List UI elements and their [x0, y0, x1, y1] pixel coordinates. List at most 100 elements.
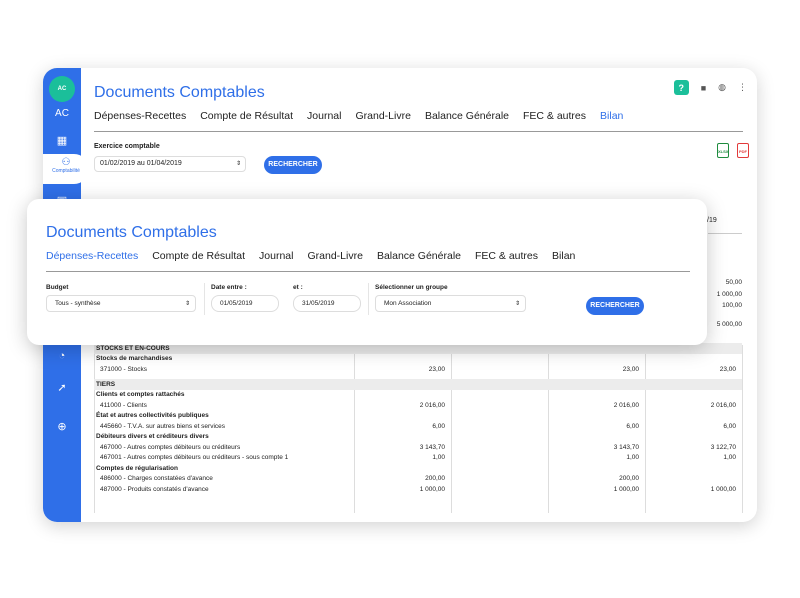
row-label: 487000 - Produits constatés d'avance [100, 485, 209, 493]
table-row: Débiteurs divers et créditeurs divers [94, 432, 742, 443]
row-value: 2 016,00 [710, 401, 736, 409]
panel-tabs: Dépenses-Recettes Compte de Résultat Jou… [46, 250, 575, 262]
select-arrow-icon: ⇕ [514, 301, 520, 307]
row-value: 3 143,70 [419, 443, 445, 451]
row-value: 1,00 [626, 454, 639, 461]
tab-depenses-recettes[interactable]: Dépenses-Recettes [94, 110, 186, 122]
row-value: 3 143,70 [613, 443, 639, 451]
globe-icon[interactable]: ◍ [718, 82, 726, 93]
table-row: Comptes de régularisation [94, 464, 742, 475]
budget-select[interactable]: Tous - synthèse ⇕ [46, 295, 196, 312]
row-label: 445660 - T.V.A. sur autres biens et serv… [100, 422, 226, 430]
right-value: 50,00 [725, 279, 742, 286]
table-row: État et autres collectivités publiques [94, 411, 742, 422]
row-value: 6,00 [626, 422, 639, 430]
tab-depenses-recettes[interactable]: Dépenses-Recettes [46, 250, 138, 262]
tab-fec-autres[interactable]: FEC & autres [523, 110, 586, 122]
tab-bilan[interactable]: Bilan [552, 250, 575, 262]
row-label: TIERS [96, 381, 116, 388]
row-label: 467000 - Autres comptes débiteurs ou cré… [100, 443, 241, 451]
budget-label: Budget [46, 284, 69, 291]
row-label: 411000 - Clients [100, 401, 147, 409]
row-value: 200,00 [425, 475, 445, 482]
table-row: TIERS [94, 379, 742, 390]
date-end-input[interactable]: 31/05/2019 [293, 295, 361, 312]
tab-fec-autres[interactable]: FEC & autres [475, 250, 538, 262]
rocket-icon[interactable]: ➚ [43, 381, 81, 394]
row-value: 1,00 [723, 454, 736, 461]
search-button[interactable]: RECHERCHER [586, 297, 644, 315]
exercice-label: Exercice comptable [94, 143, 160, 150]
tab-bilan[interactable]: Bilan [600, 110, 623, 122]
row-value: 1,00 [432, 454, 445, 461]
period-header: /19 [707, 217, 717, 224]
table-row: 467000 - Autres comptes débiteurs ou cré… [94, 443, 742, 454]
table-row: 487000 - Produits constatés d'avance 1 00… [94, 485, 742, 496]
row-value: 1 000,00 [613, 485, 639, 493]
table-row: 445660 - T.V.A. sur autres biens et serv… [94, 422, 742, 433]
row-label: Clients et comptes rattachés [96, 391, 185, 398]
row-value: 1 000,00 [710, 485, 736, 493]
row-value: 23,00 [622, 365, 639, 373]
tabs-divider [94, 131, 743, 132]
tab-balance-generale[interactable]: Balance Générale [377, 250, 461, 262]
group-select[interactable]: Mon Association ⇕ [375, 295, 526, 312]
period-rule [708, 233, 742, 234]
table-divider [742, 345, 743, 513]
row-value: 1 000,00 [419, 485, 445, 493]
table-row: 467001 - Autres comptes débiteurs ou cré… [94, 453, 742, 464]
row-label: Comptes de régularisation [96, 464, 178, 472]
row-label: 467001 - Autres comptes débiteurs ou cré… [100, 454, 289, 461]
row-value: 200,00 [619, 475, 639, 482]
app-logo[interactable]: AC [49, 76, 75, 102]
add-icon[interactable]: ⊕ [43, 420, 81, 433]
field-divider [204, 283, 205, 315]
date-start-input[interactable]: 01/05/2019 [211, 295, 279, 312]
right-value: 1 000,00 [716, 291, 742, 298]
chart-icon[interactable]: ◔ [43, 350, 81, 362]
tab-grand-livre[interactable]: Grand-Livre [307, 250, 362, 262]
row-label: 371000 - Stocks [100, 365, 147, 373]
row-value: 3 122,70 [710, 443, 736, 451]
help-icon[interactable]: ? [673, 80, 689, 95]
filter-panel: Documents Comptables Dépenses-Recettes C… [27, 199, 707, 345]
search-button[interactable]: RECHERCHER [264, 156, 322, 174]
video-icon[interactable]: ■ [701, 83, 706, 93]
right-value: 100,00 [722, 302, 742, 309]
table-row: Clients et comptes rattachés [94, 390, 742, 401]
row-value: 2 016,00 [419, 401, 445, 409]
select-arrow-icon: ⇕ [184, 301, 190, 307]
tab-balance-generale[interactable]: Balance Générale [425, 110, 509, 122]
date-end-label: et : [293, 284, 303, 291]
panel-title: Documents Comptables [46, 224, 217, 241]
tabs: Dépenses-Recettes Compte de Résultat Jou… [94, 110, 623, 122]
tab-journal[interactable]: Journal [259, 250, 293, 262]
table-row: 371000 - Stocks 23,00 23,00 23,00 [94, 365, 742, 376]
row-value: 23,00 [428, 365, 445, 373]
user-initials[interactable]: AC [43, 108, 81, 119]
tab-compte-de-resultat[interactable]: Compte de Résultat [200, 110, 293, 122]
dashboard-icon[interactable]: ▦ [43, 134, 81, 147]
right-value: 5 000,00 [716, 321, 742, 328]
group-label: Sélectionner un groupe [375, 284, 448, 291]
table-row: 411000 - Clients 2 016,00 2 016,00 2 016,00 [94, 401, 742, 412]
table-row: Stocks de marchandises [94, 354, 742, 365]
more-icon[interactable]: ⋮ [738, 82, 747, 93]
table-row: 486000 - Charges constatées d'avance 200,… [94, 474, 742, 485]
group-value: Mon Association [384, 300, 432, 307]
page-title: Documents Comptables [94, 84, 265, 101]
xlsx-export-icon[interactable]: XLSX [717, 143, 729, 158]
tab-grand-livre[interactable]: Grand-Livre [355, 110, 410, 122]
select-arrow-icon: ⇕ [235, 161, 241, 167]
date-start-label: Date entre : [211, 284, 247, 291]
field-divider [368, 283, 369, 315]
tab-journal[interactable]: Journal [307, 110, 341, 122]
row-value: 2 016,00 [613, 401, 639, 409]
row-value: 6,00 [432, 422, 445, 430]
row-value: 23,00 [719, 365, 736, 373]
balance-table: STOCKS ET EN-COURS Stocks de marchandises… [94, 343, 742, 495]
tab-compte-de-resultat[interactable]: Compte de Résultat [152, 250, 245, 262]
row-label: Stocks de marchandises [96, 355, 173, 362]
pdf-export-icon[interactable]: PDF [737, 143, 749, 158]
exercice-select[interactable]: 01/02/2019 au 01/04/2019 ⇕ [94, 156, 246, 172]
